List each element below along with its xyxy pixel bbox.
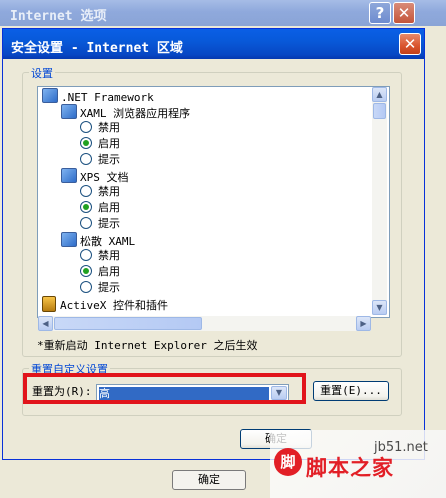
tree-item-label: 禁用 — [98, 249, 120, 262]
tree-item-label: XAML 浏览器应用程序 — [80, 107, 191, 120]
radio-icon[interactable] — [80, 281, 92, 293]
internet-options-ok-button[interactable]: 确定 — [172, 470, 246, 490]
watermark-name: 脚本之家 — [306, 456, 394, 480]
radio-icon[interactable] — [80, 153, 92, 165]
tree-option[interactable]: 提示 — [80, 216, 120, 232]
settings-tree[interactable]: .NET Framework XAML 浏览器应用程序 禁用 启用 提示 XPS 文档 禁用… — [37, 86, 390, 318]
tree-category: XAML 浏览器应用程序 — [61, 104, 190, 120]
tree-option[interactable]: 启用 — [80, 200, 120, 216]
radio-icon[interactable] — [80, 121, 92, 133]
activex-icon — [42, 296, 56, 312]
tree-item-label: 提示 — [98, 153, 120, 166]
settings-category-icon — [61, 168, 77, 183]
settings-category-icon — [61, 232, 77, 247]
tree-item-label: .NET Framework — [61, 91, 154, 104]
tree-item-label: 提示 — [98, 217, 120, 230]
tree-category: XPS 文档 — [61, 168, 129, 184]
tree-category: ActiveX 控件和插件 — [42, 296, 168, 312]
tree-item-label: 启用 — [98, 137, 120, 150]
tree-item-label: 启用 — [98, 201, 120, 214]
settings-group-label: 设置 — [29, 65, 55, 81]
scroll-up-icon[interactable]: ▲ — [372, 87, 387, 102]
radio-selected-icon[interactable] — [80, 137, 92, 149]
radio-icon[interactable] — [80, 185, 92, 197]
tree-category: 松散 XAML — [61, 232, 135, 248]
annotation-highlight — [23, 373, 306, 404]
restart-note: *重新启动 Internet Explorer 之后生效 — [37, 339, 258, 352]
tree-option[interactable]: 禁用 — [80, 184, 120, 200]
dialog-titlebar: 安全设置 - Internet 区域 ✕ — [3, 29, 424, 59]
tree-option[interactable]: 禁用 — [80, 248, 120, 264]
tree-item-label: 禁用 — [98, 185, 120, 198]
tree-vertical-scrollbar[interactable]: ▲ ▼ — [372, 87, 387, 315]
radio-selected-icon[interactable] — [80, 265, 92, 277]
tree-horizontal-scrollbar[interactable]: ◀ ▶ — [38, 316, 371, 331]
settings-category-icon — [61, 104, 77, 119]
radio-icon[interactable] — [80, 217, 92, 229]
tree-item-label: XPS 文档 — [80, 171, 129, 184]
tree-option[interactable]: 提示 — [80, 280, 120, 296]
scroll-right-icon[interactable]: ▶ — [356, 316, 371, 331]
hscroll-thumb[interactable] — [54, 317, 202, 330]
scroll-down-icon[interactable]: ▼ — [372, 300, 387, 315]
tree-option[interactable]: 启用 — [80, 264, 120, 280]
tree-item-label: 提示 — [98, 281, 120, 294]
dialog-title: 安全设置 - Internet 区域 — [11, 41, 183, 56]
radio-icon[interactable] — [80, 249, 92, 261]
tree-option[interactable]: 启用 — [80, 136, 120, 152]
tree-option[interactable]: 提示 — [80, 152, 120, 168]
tree-item-label: ActiveX 控件和插件 — [60, 299, 168, 312]
scroll-left-icon[interactable]: ◀ — [38, 316, 53, 331]
tree-option[interactable]: 禁用 — [80, 120, 120, 136]
tree-category: .NET Framework — [42, 88, 154, 104]
scroll-thumb[interactable] — [373, 103, 386, 119]
tree-item-label: 松散 XAML — [80, 235, 136, 248]
help-button[interactable]: ? — [369, 2, 391, 24]
dialog-close-button[interactable]: ✕ — [399, 33, 421, 55]
watermark-logo-icon: 脚 — [274, 448, 302, 476]
tree-item-label: 禁用 — [98, 121, 120, 134]
internet-options-titlebar: Internet 选项 ? ✕ — [0, 0, 446, 26]
tree-item-label: 启用 — [98, 265, 120, 278]
radio-selected-icon[interactable] — [80, 201, 92, 213]
internet-options-title: Internet 选项 — [10, 9, 107, 24]
internet-options-close-button[interactable]: ✕ — [393, 2, 415, 24]
settings-category-icon — [42, 88, 58, 103]
reset-button[interactable]: 重置(E)... — [313, 381, 389, 401]
